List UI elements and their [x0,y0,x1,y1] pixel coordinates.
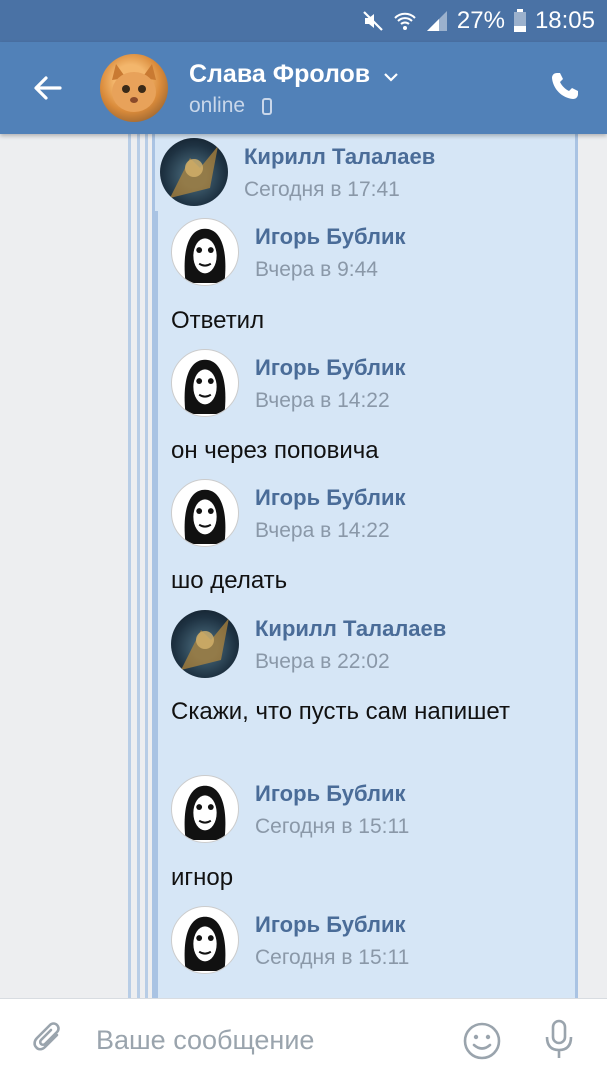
clock: 18:05 [534,7,595,34]
message-time: Сегодня в 15:11 [255,946,410,969]
avatar[interactable] [171,775,239,843]
avatar[interactable] [171,218,239,286]
wifi-icon [394,12,416,30]
message-time: Вчера в 14:22 [255,389,390,412]
forward-line [155,211,158,998]
message-text: Скажи, что пусть сам напишет [171,698,510,725]
message-text: шо делать [171,567,288,594]
message-time: Вчера в 14:22 [255,519,390,542]
contact-name[interactable]: Слава Фролов [189,60,370,89]
avatar[interactable] [171,610,239,678]
signal-icon [426,11,447,31]
sender-name[interactable]: Кирилл Талалаев [255,616,446,642]
battery-icon [513,9,526,32]
battery-percent: 27% [456,7,505,34]
sender-name[interactable]: Игорь Бублик [255,781,406,807]
sender-name[interactable]: Игорь Бублик [255,912,406,938]
message-time: Вчера в 22:02 [255,650,390,673]
microphone-icon[interactable] [542,1019,576,1061]
chevron-down-icon[interactable] [382,68,400,86]
sender-name[interactable]: Кирилл Талалаев [244,144,435,170]
contact-avatar[interactable] [100,54,168,122]
status-bar: 27% 18:05 [0,0,607,42]
compose-bar: Ваше сообщение [0,998,607,1081]
message-text: он через поповича [171,437,379,464]
mute-icon [363,11,383,31]
chat-header: Слава Фролов online [0,42,607,134]
back-arrow-icon[interactable] [30,70,66,106]
message-thread[interactable]: Кирилл Талалаев Сегодня в 17:41 Игорь Бу… [0,134,607,998]
sender-name[interactable]: Игорь Бублик [255,485,406,511]
message-time: Сегодня в 15:11 [255,815,410,838]
message-time: Сегодня в 17:41 [244,178,400,201]
avatar[interactable] [171,479,239,547]
avatar[interactable] [160,138,228,206]
avatar[interactable] [171,349,239,417]
message-time: Вчера в 9:44 [255,258,378,281]
forward-line [137,134,140,998]
message-input[interactable]: Ваше сообщение [96,1025,314,1056]
paperclip-icon[interactable] [30,1021,68,1059]
sender-name[interactable]: Игорь Бублик [255,224,406,250]
emoji-icon[interactable] [462,1021,502,1061]
contact-status: online [189,94,246,117]
phone-icon[interactable] [549,70,581,102]
avatar[interactable] [171,906,239,974]
message-text: игнор [171,864,234,891]
sender-name[interactable]: Игорь Бублик [255,355,406,381]
forward-line [128,134,131,998]
mobile-icon [262,98,272,115]
forward-line [145,134,148,998]
message-text: Ответил [171,307,265,334]
